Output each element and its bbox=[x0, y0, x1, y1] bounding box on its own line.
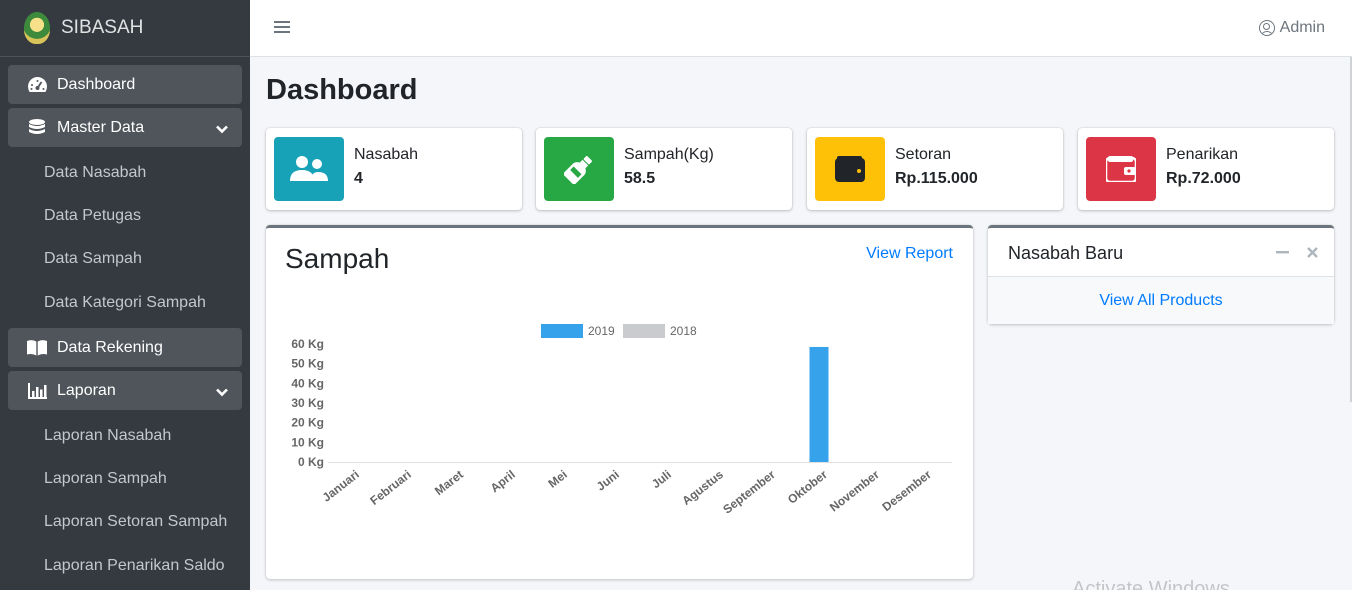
sidebar-item-data-sampah[interactable]: Data Sampah bbox=[8, 238, 242, 281]
info-box-nasabah: Nasabah 4 bbox=[266, 128, 522, 210]
info-label: Nasabah bbox=[354, 146, 419, 163]
y-tick-label: 20 Kg bbox=[291, 416, 324, 430]
info-label: Setoran bbox=[895, 146, 952, 163]
sidebar-item-label: Data Sampah bbox=[44, 250, 142, 268]
minus-icon[interactable] bbox=[1276, 243, 1289, 264]
chevron-down-icon bbox=[216, 384, 228, 402]
sidebar-item-data-rekening[interactable]: Data Rekening bbox=[8, 328, 242, 368]
sidebar-item-label: Laporan Setoran Sampah bbox=[44, 513, 228, 531]
close-icon[interactable] bbox=[1307, 243, 1318, 264]
bottle-icon bbox=[544, 137, 614, 201]
info-value: 58.5 bbox=[624, 170, 656, 187]
menu-icon[interactable] bbox=[274, 21, 290, 35]
sidebar-item-label: Laporan Nasabah bbox=[44, 426, 172, 444]
info-label: Sampah(Kg) bbox=[624, 146, 714, 163]
nasabah-baru-card: Nasabah Baru View All Products bbox=[988, 225, 1334, 324]
sidebar: SIBASAH Dashboard Master Data Data Nasab… bbox=[0, 0, 250, 590]
sidebar-item-label: Master Data bbox=[57, 118, 145, 136]
x-tick-label: Oktober bbox=[785, 467, 830, 507]
sidebar-item-laporan-penarikan-saldo[interactable]: Laporan Penarikan Saldo bbox=[8, 544, 242, 587]
sidebar-item-data-petugas[interactable]: Data Petugas bbox=[8, 194, 242, 237]
brand[interactable]: SIBASAH bbox=[0, 0, 250, 57]
chart-bar[interactable] bbox=[809, 346, 829, 462]
card-tools bbox=[1276, 243, 1318, 264]
y-tick-label: 10 Kg bbox=[291, 435, 324, 449]
page-title: Dashboard bbox=[266, 74, 418, 106]
info-value: 4 bbox=[354, 170, 363, 187]
brand-name: SIBASAH bbox=[61, 17, 144, 38]
x-tick-label: November bbox=[827, 467, 882, 514]
x-tick-label: Agustus bbox=[679, 467, 726, 508]
windows-watermark: Activate Windows bbox=[1072, 578, 1230, 590]
sidebar-item-label: Dashboard bbox=[57, 75, 136, 93]
user-circle-icon bbox=[1258, 20, 1275, 36]
sidebar-item-label: Laporan Sampah bbox=[44, 470, 167, 488]
info-label: Penarikan bbox=[1166, 146, 1239, 163]
sidebar-item-laporan-sampah[interactable]: Laporan Sampah bbox=[8, 457, 242, 500]
y-tick-label: 30 Kg bbox=[291, 396, 324, 410]
info-value: Rp.72.000 bbox=[1166, 170, 1241, 187]
wallet-out-icon bbox=[1086, 137, 1156, 201]
sidebar-item-label: Laporan Penarikan Saldo bbox=[44, 556, 225, 574]
sampah-card: Sampah View Report 2019 2018 0 Kg 10 Kg 20 … bbox=[266, 225, 973, 579]
user-menu[interactable]: Admin bbox=[1258, 19, 1325, 37]
legend-label: 2018 bbox=[670, 324, 697, 338]
chart-x-axis: Januari Februari Maret April Mei Juni Juli Agus… bbox=[320, 467, 935, 516]
sidebar-item-laporan-setoran-sampah[interactable]: Laporan Setoran Sampah bbox=[8, 501, 242, 544]
sidebar-nav: Dashboard Master Data Data Nasabah Data … bbox=[0, 57, 250, 587]
chart-legend: 2019 2018 bbox=[541, 324, 697, 338]
brand-logo bbox=[24, 12, 50, 44]
sidebar-item-laporan[interactable]: Laporan bbox=[8, 371, 242, 411]
sidebar-item-label: Laporan bbox=[57, 381, 116, 399]
x-tick-label: Juli bbox=[649, 467, 674, 491]
chart-bars bbox=[809, 346, 829, 462]
y-tick-label: 0 Kg bbox=[298, 455, 324, 469]
y-tick-label: 60 Kg bbox=[291, 337, 324, 351]
x-tick-label: Maret bbox=[432, 467, 466, 498]
card-title: Nasabah Baru bbox=[1008, 243, 1124, 263]
card-header: Nasabah Baru bbox=[988, 228, 1334, 277]
info-value: Rp.115.000 bbox=[895, 170, 978, 187]
sidebar-item-label: Data Petugas bbox=[44, 206, 141, 224]
sidebar-item-data-kategori-sampah[interactable]: Data Kategori Sampah bbox=[8, 281, 242, 324]
sampah-chart: 2019 2018 0 Kg 10 Kg 20 Kg 30 Kg 40 Kg 50 Kg 60… bbox=[291, 324, 952, 517]
chevron-down-icon bbox=[216, 121, 228, 139]
x-tick-label: Januari bbox=[320, 467, 362, 504]
sidebar-item-laporan-nasabah[interactable]: Laporan Nasabah bbox=[8, 414, 242, 457]
chart-bar-icon bbox=[26, 382, 48, 400]
legend-swatch[interactable] bbox=[623, 324, 665, 338]
x-tick-label: September bbox=[720, 467, 778, 516]
view-all-products-link[interactable]: View All Products bbox=[988, 277, 1334, 324]
x-tick-label: Juni bbox=[594, 467, 622, 493]
info-box-penarikan: Penarikan Rp.72.000 bbox=[1078, 128, 1334, 210]
y-tick-label: 50 Kg bbox=[291, 357, 324, 371]
users-icon bbox=[274, 137, 344, 201]
legend-swatch[interactable] bbox=[541, 324, 583, 338]
x-tick-label: Februari bbox=[367, 467, 413, 508]
wallet-icon bbox=[815, 137, 885, 201]
sidebar-item-master-data[interactable]: Master Data bbox=[8, 108, 242, 147]
sidebar-item-data-nasabah[interactable]: Data Nasabah bbox=[8, 151, 242, 194]
sidebar-item-label: Data Nasabah bbox=[44, 163, 147, 181]
user-name: Admin bbox=[1279, 19, 1325, 36]
sidebar-item-label: Data Kategori Sampah bbox=[44, 293, 206, 311]
y-tick-label: 40 Kg bbox=[291, 376, 324, 390]
x-tick-label: Desember bbox=[879, 467, 934, 514]
x-tick-label: April bbox=[488, 467, 518, 495]
tachometer-icon bbox=[26, 76, 48, 94]
sidebar-item-label: Data Rekening bbox=[57, 338, 163, 356]
info-box-sampah: Sampah(Kg) 58.5 bbox=[536, 128, 792, 210]
legend-label: 2019 bbox=[588, 324, 615, 338]
book-icon bbox=[26, 339, 48, 357]
info-box-setoran: Setoran Rp.115.000 bbox=[807, 128, 1063, 210]
topbar: Admin bbox=[250, 0, 1352, 57]
database-icon bbox=[26, 118, 48, 137]
sidebar-item-dashboard[interactable]: Dashboard bbox=[8, 65, 242, 104]
chart-y-axis: 0 Kg 10 Kg 20 Kg 30 Kg 40 Kg 50 Kg 60 Kg bbox=[291, 337, 952, 469]
x-tick-label: Mei bbox=[545, 467, 569, 490]
